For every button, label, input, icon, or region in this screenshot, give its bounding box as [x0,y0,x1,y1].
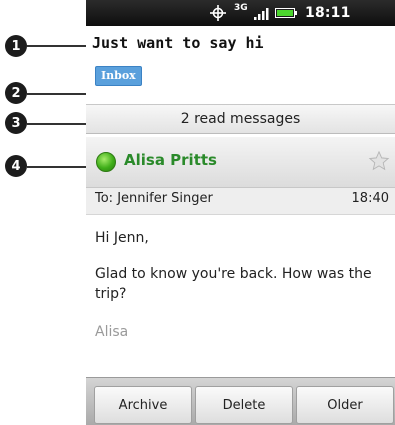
status-bar: 3G 18:11 [86,0,395,26]
read-messages-bar[interactable]: 2 read messages [86,104,395,134]
gps-icon [210,5,226,21]
delete-button[interactable]: Delete [195,386,293,424]
network-type: 3G [234,3,248,13]
body-greeting: Hi Jenn, [95,230,149,246]
recipient-row: To: Jennifer Singer 18:40 [86,188,395,215]
sender-name[interactable]: Alisa Pritts [124,151,217,169]
status-time: 18:11 [305,5,351,21]
callout-3-line [27,123,89,125]
email-subject: Just want to say hi [92,34,264,52]
callout-1-line [27,45,87,47]
label-badge[interactable]: Inbox [95,66,142,86]
email-screen: 3G 18:11 Just want to say hi Inbox 2 rea… [86,0,395,425]
action-bar: Archive Delete Older [86,377,395,425]
message-time: 18:40 [351,191,389,206]
callout-4: 4 [5,155,27,177]
recipient: To: Jennifer Singer [95,191,213,206]
callout-2: 2 [5,82,27,104]
signal-icon [254,8,269,20]
archive-button[interactable]: Archive [94,386,192,424]
body-paragraph: Glad to know you're back. How was the tr… [95,266,372,302]
battery-icon [275,8,297,18]
sender-row[interactable]: Alisa Pritts [86,137,395,188]
presence-icon [96,152,116,172]
star-icon[interactable] [368,150,390,172]
body-signature: Alisa [95,324,129,340]
older-button[interactable]: Older [296,386,394,424]
callout-3: 3 [5,112,27,134]
callout-1: 1 [5,35,27,57]
